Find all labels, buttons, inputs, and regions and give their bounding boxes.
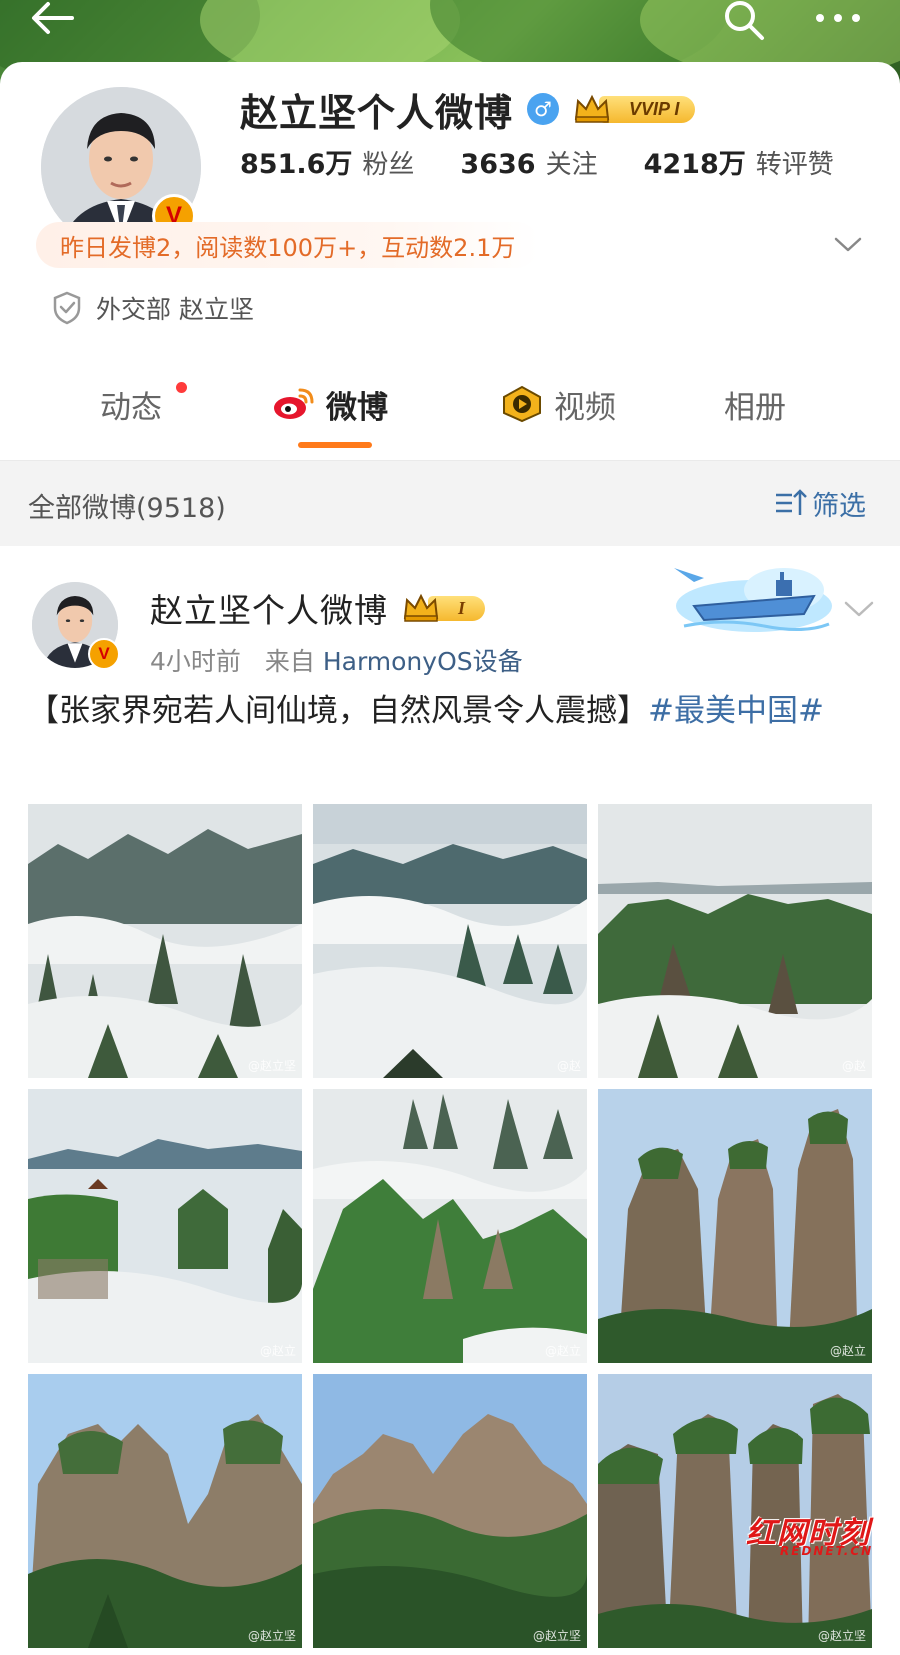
aircraft-carrier-sticker-icon [674,568,832,632]
post-image-2[interactable]: @赵 [313,804,587,1078]
image-watermark: @赵立坚 [532,1629,581,1643]
filter-label: 筛选 [812,490,866,522]
image-watermark: @赵立 [544,1344,581,1358]
stat-followers[interactable]: 851.6万 粉丝 [240,142,414,181]
landscape-image [598,1089,872,1363]
profile-name: 赵立坚个人微博 [240,90,514,135]
tab-weibo[interactable]: 微博 [272,382,388,426]
image-watermark: @赵立坚 [247,1629,296,1643]
post-time: 4小时前 [150,647,241,676]
post-image-5[interactable]: @赵立 [313,1089,587,1363]
filter-icon [776,489,807,515]
tab-label: 相册 [724,389,786,426]
tab-label: 动态 [100,389,162,426]
tab-album[interactable]: 相册 [724,382,786,426]
notification-dot [176,382,187,393]
active-tab-indicator [298,442,372,448]
profile-tabs: 动态 微博 视频 相册 [0,364,900,454]
search-icon[interactable] [720,0,770,46]
landscape-image [313,1374,587,1648]
stat-label: 粉丝 [362,150,415,180]
image-watermark: @赵立坚 [817,1629,866,1643]
vvip-label: VVIP I [599,95,696,123]
post-source-prefix: 来自 [264,647,315,676]
crown-icon [403,593,439,622]
profile-name-row: 赵立坚个人微博 ♂ VVIP I [240,84,696,135]
post-author-name[interactable]: 赵立坚个人微博 [150,584,388,632]
stat-following[interactable]: 3636 关注 [460,144,597,181]
all-posts-count[interactable]: 全部微博(9518) [28,486,226,525]
post-author-row: 赵立坚个人微博 I [150,584,486,632]
more-options-icon[interactable] [808,0,868,36]
rednet-watermark-logo: 红网时刻 REDNET.CN [740,1506,900,1566]
stat-value: 851.6万 [240,149,353,180]
post-image-3[interactable]: @赵 [598,804,872,1078]
post-image-4[interactable]: @赵立 [28,1089,302,1363]
member-level-badge[interactable]: I [402,592,486,624]
post-image-8[interactable]: @赵立坚 [313,1374,587,1648]
crown-icon [574,94,610,123]
stat-value: 3636 [460,149,536,180]
verification-row[interactable]: 外交部 赵立坚 [52,290,254,326]
verified-badge-icon: V [88,638,120,670]
watermark-logo-sub: REDNET.CN [780,1544,874,1558]
stat-label: 关注 [545,150,598,180]
profile-stats: 851.6万 粉丝 3636 关注 4218万 转评赞 [240,142,834,181]
male-gender-icon: ♂ [527,93,560,125]
chevron-down-icon[interactable] [832,232,864,256]
post-meta: 4小时前 来自 HarmonyOS设备 [150,642,523,678]
back-arrow-icon[interactable] [26,0,82,40]
image-watermark: @赵立 [829,1344,866,1358]
post-image-6[interactable]: @赵立 [598,1089,872,1363]
shield-icon [53,291,81,325]
post-source[interactable]: HarmonyOS设备 [323,647,523,676]
image-watermark: @赵 [841,1059,866,1073]
landscape-image [313,804,587,1078]
landscape-image [598,804,872,1078]
stat-interactions[interactable]: 4218万 转评赞 [644,142,834,181]
image-watermark: @赵立 [259,1344,296,1358]
stat-value: 4218万 [643,149,746,180]
image-watermark: @赵 [556,1059,581,1073]
post-image-1[interactable]: @赵立坚 [28,804,302,1078]
hashtag-link[interactable]: #最美中国# [648,693,824,729]
landscape-image [28,1374,302,1648]
tab-video[interactable]: 视频 [500,382,616,426]
video-play-icon [503,385,541,423]
landscape-image [313,1089,587,1363]
feed-filter-bar: 全部微博(9518) 筛选 [0,460,900,546]
stat-label: 转评赞 [755,150,834,180]
landscape-image [28,804,302,1078]
post-image-7[interactable]: @赵立坚 [28,1374,302,1648]
chevron-down-icon[interactable] [842,596,876,620]
filter-button[interactable]: 筛选 [774,483,866,523]
tab-dynamics[interactable]: 动态 [100,382,162,426]
tab-label: 微博 [326,389,388,426]
weibo-logo-icon [274,388,314,419]
post-text: 【张家界宛若人间仙境，自然风景令人震撼】 [28,693,648,729]
activity-summary[interactable]: 昨日发博2，阅读数100万+，互动数2.1万 [36,222,540,268]
post-body: 【张家界宛若人间仙境，自然风景令人震撼】#最美中国# [28,688,878,734]
post-author-avatar[interactable]: V [30,580,120,670]
vvip-badge[interactable]: VVIP I [573,93,696,125]
tab-label: 视频 [554,389,616,426]
verification-text: 外交部 赵立坚 [96,295,254,324]
image-watermark: @赵立坚 [247,1059,296,1073]
landscape-image [28,1089,302,1363]
